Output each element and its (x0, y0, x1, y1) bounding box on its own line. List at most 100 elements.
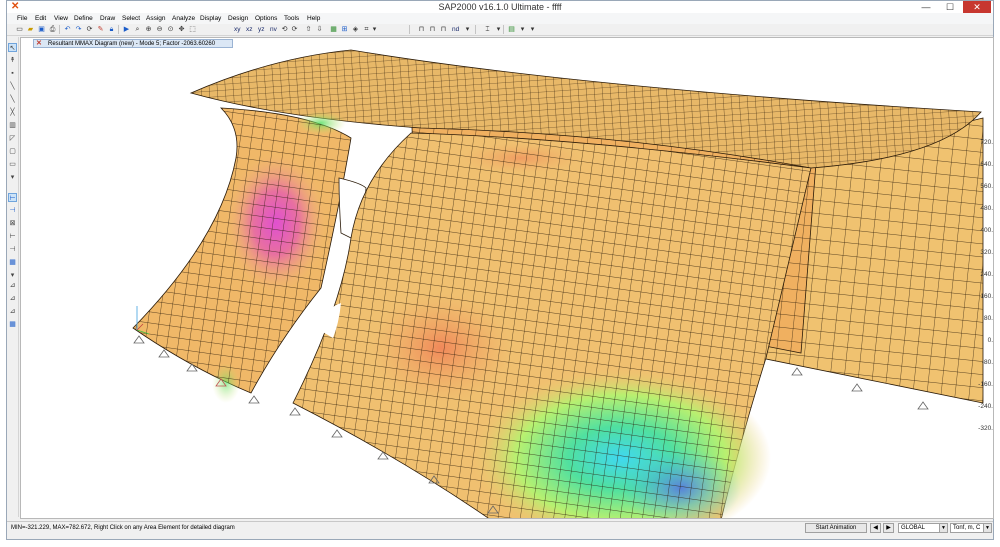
new-model-icon[interactable]: ▭ (15, 25, 24, 34)
reshape-icon[interactable]: ↟ (8, 56, 17, 65)
view-nd-button[interactable]: nd (452, 25, 459, 34)
refresh-icon[interactable]: ⟳ (85, 25, 94, 34)
assign-restraint-icon[interactable]: ⊿ (8, 307, 17, 316)
view-3d-icon[interactable]: ⬚ (188, 25, 197, 34)
coordinate-system-select[interactable]: GLOBAL ▼ (898, 523, 948, 533)
view-yz-button[interactable]: yz (258, 25, 265, 34)
draw-brace-icon[interactable]: ╳ (8, 108, 17, 117)
select-all-icon[interactable]: ⊢ (8, 193, 17, 202)
shrink-icon[interactable]: ◈ (351, 25, 360, 34)
draw-line-icon[interactable]: ╲ (8, 82, 17, 91)
draw-pencil-icon[interactable]: ✎ (96, 25, 105, 34)
menu-file[interactable]: File (17, 13, 27, 24)
snap-options-icon[interactable]: ▦ (8, 258, 17, 267)
menu-analyze[interactable]: Analyze (172, 13, 195, 24)
legend-tick: -320. (978, 425, 993, 432)
menu-design[interactable]: Design (228, 13, 248, 24)
view-xy-button[interactable]: xy (234, 25, 241, 34)
menu-select[interactable]: Select (122, 13, 140, 24)
next-step-icon[interactable]: ▶ (883, 523, 894, 533)
move-down-icon[interactable]: ⇩ (315, 25, 324, 34)
undo-icon[interactable]: ↶ (63, 25, 72, 34)
zoom-in-icon[interactable]: ⊕ (144, 25, 153, 34)
lock-icon[interactable]: 🔒︎ (107, 25, 116, 34)
section-i-icon[interactable]: ⌶ (483, 25, 492, 34)
show-loads-icon[interactable]: ⊓ (428, 25, 437, 34)
legend-tick: 0. (987, 337, 993, 344)
draw-area-icon[interactable]: ▥ (8, 121, 17, 130)
pointer-icon[interactable]: ↖ (8, 43, 17, 52)
show-undeformed-icon[interactable]: ⊓ (417, 25, 426, 34)
table-display-icon[interactable]: ▤ (507, 25, 516, 34)
legend-tick: 240. (980, 271, 993, 278)
side-toolbar: ↖ ↟ ▪ ╲ ╲ ╳ ▥ ◸ ▢ ▭ ▾ ⊢ ⊣ ⊠ ⊢ ⊣ ▦ ▾ ⊿ ⊿ … (7, 37, 19, 517)
zoom-out-icon[interactable]: ⊖ (155, 25, 164, 34)
quick-area-icon[interactable]: ▭ (8, 160, 17, 169)
toolbar-separator (503, 25, 504, 34)
assign-frame-icon[interactable]: ⊿ (8, 294, 17, 303)
redo-icon[interactable]: ↷ (74, 25, 83, 34)
clear-selection-icon[interactable]: ⊠ (8, 219, 17, 228)
legend-tick: 160. (980, 293, 993, 300)
menu-assign[interactable]: Assign (146, 13, 166, 24)
toolbar-separator (118, 25, 119, 34)
open-icon[interactable]: ▰ (26, 25, 35, 34)
units-value: Tonf, m, C (953, 525, 981, 531)
snap-points-icon[interactable]: ⊣ (8, 245, 17, 254)
contour-legend: 720. 640. 560. 480. 400. 320. 240. 160. … (967, 118, 993, 490)
show-deformed-icon[interactable]: ⊓ (439, 25, 448, 34)
rubber-band-zoom-icon[interactable]: ⌕ (133, 25, 142, 34)
grid-icon[interactable]: ⊞ (340, 25, 349, 34)
menu-bar: File Edit View Define Draw Select Assign… (7, 13, 993, 24)
menu-edit[interactable]: Edit (35, 13, 46, 24)
chevron-down-icon[interactable]: ▾ (494, 25, 503, 34)
shell-moment-diagram[interactable] (21, 38, 994, 519)
menu-draw[interactable]: Draw (100, 13, 115, 24)
perspective-icon[interactable]: ⟳ (290, 25, 299, 34)
pan-icon[interactable]: ✥ (177, 25, 186, 34)
menu-define[interactable]: Define (74, 13, 93, 24)
chevron-down-icon[interactable]: ▾ (370, 25, 379, 34)
view-xz-button[interactable]: xz (246, 25, 253, 34)
units-select[interactable]: Tonf, m, C ▼ (950, 523, 992, 533)
model-viewport[interactable]: ✕ Resultant MMAX Diagram (new) - Mode 5;… (20, 37, 994, 519)
previous-step-icon[interactable]: ◀ (870, 523, 881, 533)
move-up-icon[interactable]: ⇧ (304, 25, 313, 34)
chevron-down-icon[interactable]: ▾ (8, 173, 17, 182)
menu-options[interactable]: Options (255, 13, 277, 24)
menu-help[interactable]: Help (307, 13, 320, 24)
draw-poly-area-icon[interactable]: ◸ (8, 134, 17, 143)
display-options-icon[interactable]: ▦ (329, 25, 338, 34)
start-animation-button[interactable]: Start Animation (805, 523, 867, 533)
close-button[interactable]: ✕ (963, 1, 991, 13)
toolbar-separator (409, 25, 410, 34)
legend-tick: 480. (980, 205, 993, 212)
close-tab-icon[interactable]: ✕ (36, 40, 45, 48)
legend-tick: 80. (983, 315, 993, 322)
minimize-button[interactable]: — (915, 1, 937, 13)
intersecting-line-icon[interactable]: ⊢ (8, 232, 17, 241)
chevron-down-icon[interactable]: ▾ (518, 25, 527, 34)
get-previous-selection-icon[interactable]: ⊣ (8, 206, 17, 215)
menu-view[interactable]: View (54, 13, 68, 24)
zoom-restore-icon[interactable]: ⊙ (166, 25, 175, 34)
maximize-button[interactable]: ☐ (939, 1, 961, 13)
menu-display[interactable]: Display (200, 13, 221, 24)
chevron-down-icon[interactable]: ▾ (8, 271, 17, 280)
status-bar: MIN=-321.229, MAX=782.672, Right Click o… (7, 521, 993, 533)
draw-rect-area-icon[interactable]: ▢ (8, 147, 17, 156)
run-analysis-icon[interactable]: ▶ (122, 25, 131, 34)
view-tab[interactable]: ✕ Resultant MMAX Diagram (new) - Mode 5;… (33, 39, 233, 48)
assign-joint-icon[interactable]: ⊿ (8, 281, 17, 290)
print-icon[interactable]: ⎙ (48, 25, 57, 34)
menu-tools[interactable]: Tools (284, 13, 299, 24)
rotate-3d-icon[interactable]: ⟲ (280, 25, 289, 34)
chevron-down-icon[interactable]: ▾ (528, 25, 537, 34)
save-icon[interactable]: ▣ (37, 25, 46, 34)
view-nv-button[interactable]: nv (270, 25, 277, 34)
legend-tick: 400. (980, 227, 993, 234)
assign-grid-icon[interactable]: ▦ (8, 320, 17, 329)
quick-draw-line-icon[interactable]: ╲ (8, 95, 17, 104)
chevron-down-icon[interactable]: ▾ (463, 25, 472, 34)
draw-point-icon[interactable]: ▪ (8, 69, 17, 78)
